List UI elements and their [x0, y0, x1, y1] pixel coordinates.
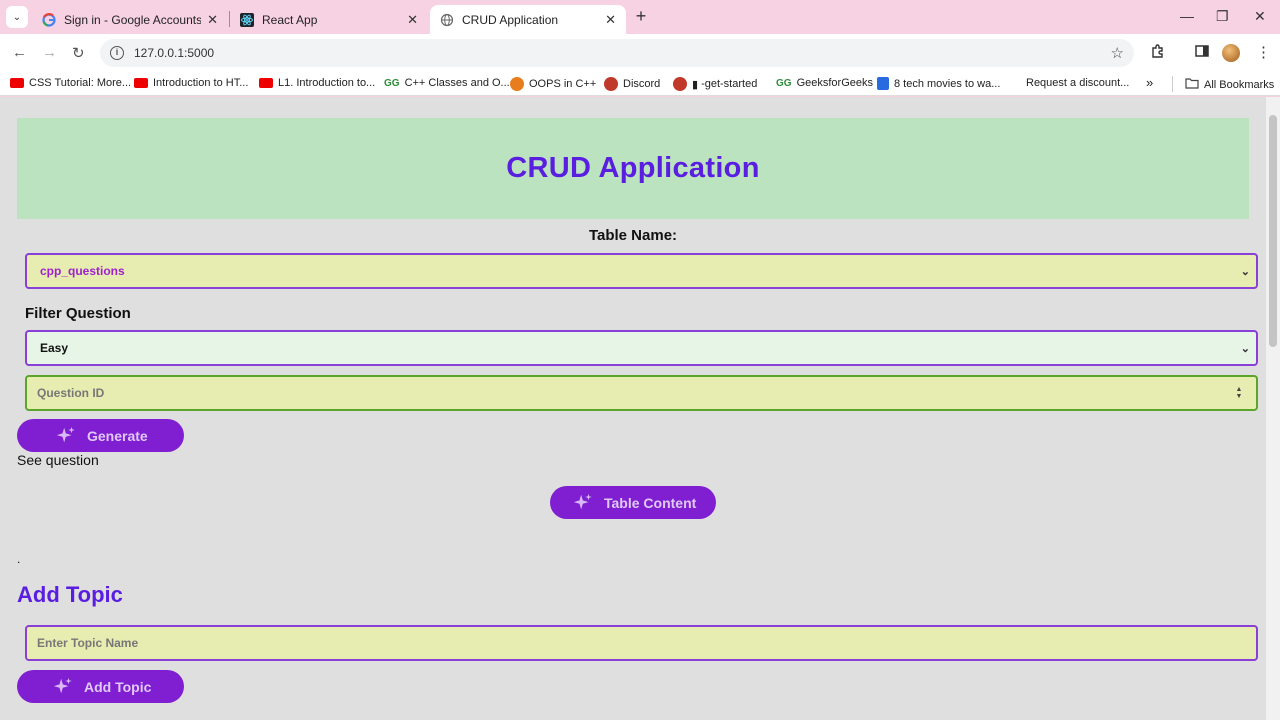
tab-title: Sign in - Google Accounts: [64, 12, 202, 27]
bookmark-item[interactable]: L1. Introduction to...: [259, 77, 375, 89]
sparkle-icon: [56, 426, 75, 442]
close-tab-icon[interactable]: ✕: [207, 12, 218, 28]
reload-icon[interactable]: ↻: [72, 44, 85, 62]
browser-toolbar: ← → ↻ i 127.0.0.1:5000 ☆ ⋮: [0, 34, 1280, 72]
table-name-label: Table Name:: [588, 227, 678, 244]
topic-name-placeholder: Enter Topic Name: [37, 636, 139, 650]
page-scrollbar[interactable]: [1266, 97, 1280, 720]
bookmark-label: Request a discount...: [1026, 77, 1130, 89]
bookmark-item[interactable]: Introduction to HT...: [134, 77, 248, 89]
bookmark-divider: [1172, 76, 1173, 92]
filter-difficulty-select[interactable]: Easy ⌄: [25, 330, 1258, 366]
globe-icon: [440, 13, 454, 27]
close-tab-icon[interactable]: ✕: [605, 12, 616, 28]
page-content: CRUD Application Table Name: cpp_questio…: [0, 97, 1280, 720]
question-id-placeholder: Question ID: [37, 386, 105, 400]
tab-title: CRUD Application: [462, 12, 559, 27]
bookmark-item[interactable]: OOPS in C++: [510, 77, 596, 91]
close-window-icon[interactable]: ✕: [1254, 8, 1266, 25]
filter-select-value: Easy: [40, 341, 69, 355]
bookmark-label: GeeksforGeeks: [796, 77, 873, 89]
chevron-down-icon: ⌄: [1240, 266, 1250, 278]
folder-icon: [1185, 77, 1199, 92]
tab-strip: ⌄ Sign in - Google Accounts ✕ React App …: [0, 0, 1280, 34]
question-id-input[interactable]: Question ID ▲ ▼: [25, 375, 1258, 411]
bookmark-label: Discord: [623, 78, 661, 90]
site-icon: [673, 77, 687, 91]
profile-avatar[interactable]: [1222, 44, 1240, 62]
youtube-icon: [259, 78, 273, 88]
table-content-button[interactable]: Table Content: [550, 486, 716, 519]
bookmark-item[interactable]: Request a discount...: [1026, 77, 1129, 89]
bookmark-star-icon[interactable]: ☆: [1111, 44, 1124, 62]
scrollbar-thumb[interactable]: [1269, 115, 1277, 347]
youtube-icon: [134, 78, 148, 88]
generate-label: Generate: [87, 427, 148, 444]
react-icon: [240, 12, 254, 27]
bookmark-item[interactable]: Discord: [604, 77, 660, 91]
address-bar[interactable]: i 127.0.0.1:5000 ☆: [100, 39, 1134, 67]
bookmark-item[interactable]: 8 tech movies to wa...: [877, 77, 1000, 90]
see-question-text: See question: [17, 452, 99, 468]
app-header: CRUD Application: [17, 118, 1249, 219]
stray-dot-text: .: [17, 552, 21, 566]
all-bookmarks-label: All Bookmarks: [1204, 78, 1275, 91]
url-text: 127.0.0.1:5000: [134, 46, 215, 60]
tab-search-chevron-icon[interactable]: ⌄: [6, 6, 28, 28]
bookmark-label: C++ Classes and O...: [404, 77, 510, 89]
table-select-value: cpp_questions: [40, 264, 125, 278]
all-bookmarks[interactable]: All Bookmarks: [1185, 77, 1274, 92]
add-topic-button[interactable]: Add Topic: [17, 670, 184, 703]
bookmark-label: L1. Introduction to...: [278, 77, 376, 89]
forward-icon[interactable]: →: [42, 44, 57, 61]
page-title: CRUD Application: [506, 152, 760, 184]
site-info-icon[interactable]: i: [110, 46, 124, 60]
gfg-icon: GG: [776, 77, 792, 89]
tab-react-app[interactable]: React App ✕: [230, 5, 428, 34]
tab-crud-application[interactable]: CRUD Application ✕: [430, 5, 626, 34]
sparkle-icon: [53, 677, 72, 693]
bookmark-item[interactable]: ▮ -get-started: [673, 77, 757, 91]
generate-button[interactable]: Generate: [17, 419, 184, 452]
youtube-icon: [10, 78, 24, 88]
add-topic-label: Add Topic: [84, 678, 152, 695]
extensions-icon[interactable]: [1150, 43, 1166, 63]
side-panel-icon[interactable]: [1194, 43, 1210, 63]
bookmark-label: 8 tech movies to wa...: [894, 77, 1001, 90]
gfg-icon: GG: [384, 77, 400, 89]
codechef-icon: [510, 77, 524, 91]
bookmark-label: CSS Tutorial: More...: [29, 77, 132, 89]
restore-icon[interactable]: ❐: [1216, 8, 1229, 25]
chevron-down-icon: ⌄: [1240, 343, 1250, 355]
more-bookmarks-icon[interactable]: »: [1146, 75, 1153, 90]
doc-icon: [877, 77, 889, 90]
add-topic-heading: Add Topic: [17, 582, 123, 607]
bookmark-item[interactable]: CSS Tutorial: More...: [10, 77, 131, 89]
menu-kebab-icon[interactable]: ⋮: [1256, 43, 1271, 61]
topic-name-input[interactable]: Enter Topic Name: [25, 625, 1258, 661]
new-tab-icon[interactable]: +: [632, 7, 650, 25]
bookmark-item[interactable]: GG C++ Classes and O...: [384, 77, 510, 89]
google-icon: [42, 12, 56, 27]
filter-question-label: Filter Question: [25, 305, 131, 322]
back-icon[interactable]: ←: [12, 44, 27, 61]
bookmark-label: OOPS in C++: [529, 78, 597, 90]
tab-google-signin[interactable]: Sign in - Google Accounts ✕: [32, 5, 228, 34]
bookmark-label: Introduction to HT...: [153, 77, 249, 89]
minimize-icon[interactable]: —: [1180, 8, 1194, 24]
bookmark-item[interactable]: GG GeeksforGeeks: [776, 77, 873, 89]
number-spinner-icon[interactable]: ▲ ▼: [1232, 385, 1246, 401]
bookmarks-bar: CSS Tutorial: More... Introduction to HT…: [0, 72, 1280, 96]
discord-icon: [604, 77, 618, 91]
bookmark-label: -get-started: [701, 78, 758, 90]
table-name-select[interactable]: cpp_questions ⌄: [25, 253, 1258, 289]
sparkle-icon: [573, 493, 592, 509]
table-content-label: Table Content: [604, 494, 697, 511]
tab-title: React App: [262, 12, 318, 27]
close-tab-icon[interactable]: ✕: [407, 12, 418, 28]
